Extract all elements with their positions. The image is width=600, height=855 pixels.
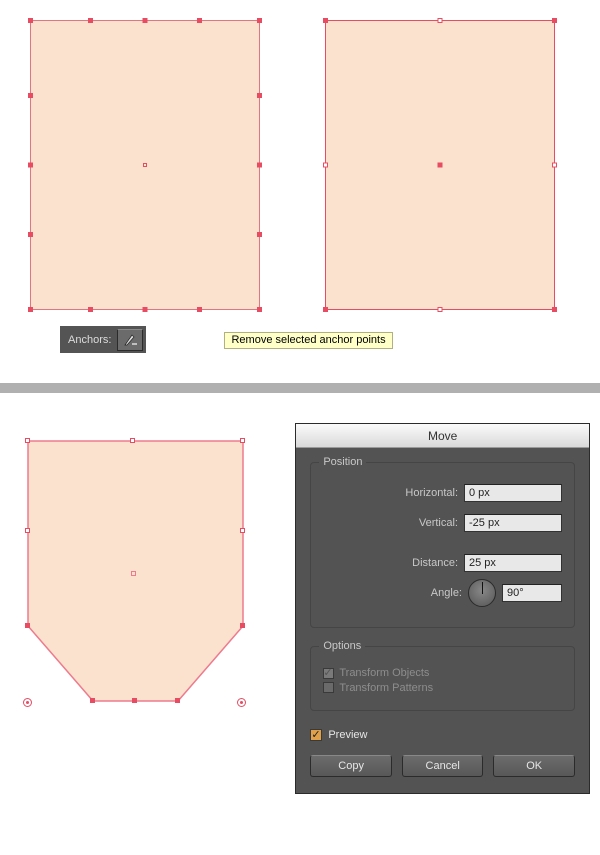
- center-indicator: [438, 163, 443, 168]
- anchor-point[interactable]: [240, 438, 245, 443]
- anchor-point[interactable]: [197, 18, 202, 23]
- bottom-panel: Move Position Horizontal: Vertical: Dist…: [0, 393, 600, 824]
- tooltip: Remove selected anchor points: [224, 332, 392, 349]
- anchor-point[interactable]: [552, 18, 557, 23]
- options-legend: Options: [319, 640, 365, 652]
- checkbox-icon: [323, 668, 334, 679]
- bbox-handle[interactable]: [323, 163, 328, 168]
- anchors-toolbar: Anchors:: [60, 326, 146, 353]
- anchor-selected[interactable]: [132, 698, 137, 703]
- anchor-point[interactable]: [257, 93, 262, 98]
- shapes-row: [10, 20, 590, 310]
- shield-path: [18, 431, 262, 751]
- anchor-point[interactable]: [552, 307, 557, 312]
- distance-input[interactable]: [464, 554, 562, 572]
- shield-shape[interactable]: [10, 423, 265, 763]
- anchor-point[interactable]: [28, 163, 33, 168]
- anchor-point[interactable]: [130, 438, 135, 443]
- angle-input[interactable]: [502, 584, 562, 602]
- section-divider: [0, 383, 600, 393]
- anchor-point[interactable]: [143, 18, 148, 23]
- position-legend: Position: [319, 456, 366, 468]
- anchor-point[interactable]: [240, 528, 245, 533]
- copy-button[interactable]: Copy: [310, 755, 392, 777]
- center-indicator: [143, 163, 147, 167]
- anchor-point[interactable]: [25, 438, 30, 443]
- anchor-point[interactable]: [257, 163, 262, 168]
- anchor-point[interactable]: [28, 18, 33, 23]
- top-panel: Anchors: Remove selected anchor points: [0, 0, 600, 383]
- remove-anchor-points-button[interactable]: [117, 329, 143, 351]
- reference-point-icon: [23, 698, 32, 707]
- anchor-point[interactable]: [28, 307, 33, 312]
- anchor-point[interactable]: [25, 528, 30, 533]
- bbox-handle[interactable]: [438, 307, 443, 312]
- horizontal-input[interactable]: [464, 484, 562, 502]
- anchor-point[interactable]: [323, 18, 328, 23]
- bbox-handle[interactable]: [438, 18, 443, 23]
- distance-label: Distance:: [412, 557, 458, 569]
- preview-label: Preview: [328, 729, 367, 741]
- anchors-label: Anchors:: [68, 334, 111, 346]
- dialog-title: Move: [296, 424, 589, 448]
- preview-checkbox[interactable]: Preview: [310, 729, 575, 741]
- anchor-selected[interactable]: [90, 698, 95, 703]
- options-group: Options Transform Objects Transform Patt…: [310, 646, 575, 711]
- angle-label: Angle:: [431, 587, 462, 599]
- position-group: Position Horizontal: Vertical: Distance:…: [310, 462, 575, 628]
- angle-dial[interactable]: [468, 579, 496, 607]
- reference-point-icon: [237, 698, 246, 707]
- transform-patterns-label: Transform Patterns: [339, 682, 433, 694]
- anchor-point[interactable]: [143, 307, 148, 312]
- anchor-point[interactable]: [257, 307, 262, 312]
- transform-objects-checkbox[interactable]: Transform Objects: [323, 667, 429, 679]
- anchor-point[interactable]: [88, 307, 93, 312]
- anchor-point[interactable]: [88, 18, 93, 23]
- checkbox-checked-icon: [310, 729, 322, 741]
- rectangle-four-anchors[interactable]: [305, 20, 555, 310]
- cancel-button[interactable]: Cancel: [402, 755, 484, 777]
- anchor-point[interactable]: [257, 232, 262, 237]
- checkbox-icon: [323, 682, 334, 693]
- center-indicator: [131, 571, 136, 576]
- transform-patterns-checkbox[interactable]: Transform Patterns: [323, 682, 433, 694]
- move-dialog: Move Position Horizontal: Vertical: Dist…: [295, 423, 590, 794]
- vertical-input[interactable]: [464, 514, 562, 532]
- anchor-point[interactable]: [257, 18, 262, 23]
- horizontal-label: Horizontal:: [405, 487, 458, 499]
- transform-objects-label: Transform Objects: [339, 667, 429, 679]
- bbox-handle[interactable]: [552, 163, 557, 168]
- anchor-point[interactable]: [197, 307, 202, 312]
- vertical-label: Vertical:: [419, 517, 458, 529]
- ok-button[interactable]: OK: [493, 755, 575, 777]
- anchor-selected[interactable]: [175, 698, 180, 703]
- anchor-selected[interactable]: [25, 623, 30, 628]
- anchor-selected[interactable]: [240, 623, 245, 628]
- pen-minus-icon: [122, 332, 138, 348]
- rectangle-many-anchors[interactable]: [10, 20, 260, 310]
- anchor-point[interactable]: [28, 93, 33, 98]
- anchor-point[interactable]: [28, 232, 33, 237]
- anchor-point[interactable]: [323, 307, 328, 312]
